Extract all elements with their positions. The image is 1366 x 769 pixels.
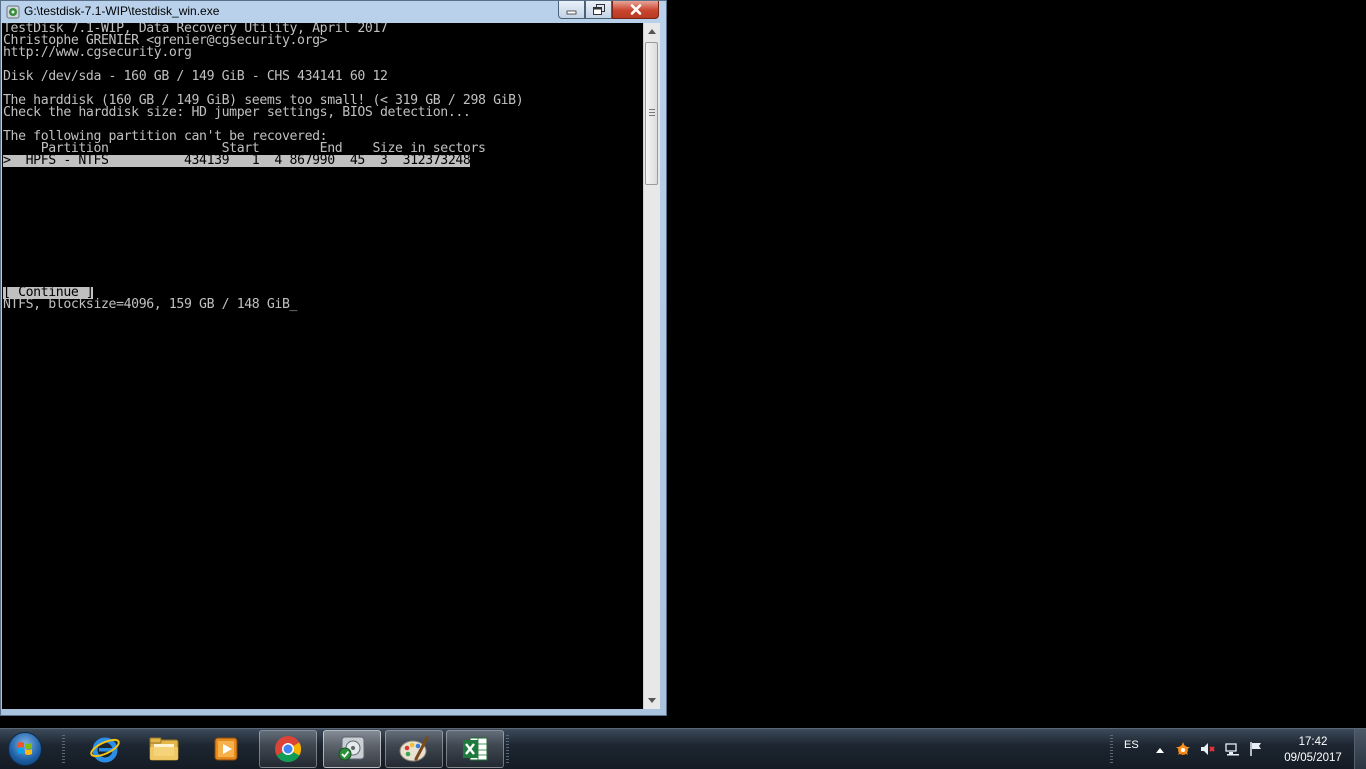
window-bottom-border[interactable] [1,709,666,715]
clock[interactable]: 17:42 09/05/2017 [1277,734,1349,766]
scroll-up-button[interactable] [644,23,660,40]
network-icon[interactable] [1224,741,1240,757]
text-cursor: _ [289,297,298,312]
console-line: http://www.cgsecurity.org [3,45,192,60]
tray-grip[interactable] [1110,735,1113,763]
action-center-flag-icon[interactable] [1248,741,1264,757]
avast-icon[interactable] [1175,741,1191,757]
taskbar: ES 17:42 09/05/2017 [0,728,1366,769]
taskbar-item-media-player[interactable] [197,730,255,768]
arrow-up-icon [648,29,656,34]
taskbar-item-testdisk[interactable] [323,730,381,768]
taskbar-item-chrome[interactable] [259,730,317,768]
chrome-icon [275,736,302,763]
close-button[interactable] [612,1,659,19]
taskbar-item-paint[interactable] [385,730,443,768]
media-player-icon [214,737,238,761]
taskbar-grip[interactable] [506,735,509,763]
testdisk-icon [338,736,365,761]
window-title: G:\testdisk-7.1-WIP\testdisk_win.exe [24,4,220,18]
minimize-button[interactable] [558,1,585,19]
restore-icon [592,4,605,15]
console-line: Disk /dev/sda - 160 GB / 149 GiB - CHS 4… [3,69,388,84]
close-icon [630,4,641,15]
folder-icon [149,737,179,761]
taskbar-item-windows-explorer[interactable] [135,730,193,768]
title-bar[interactable]: G:\testdisk-7.1-WIP\testdisk_win.exe [1,1,666,23]
clock-time: 17:42 [1298,736,1328,748]
language-indicator[interactable]: ES [1124,739,1139,751]
arrow-down-icon [648,698,656,703]
excel-icon [463,737,488,761]
console-output[interactable]: TestDisk 7.1-WIP, Data Recovery Utility,… [2,23,643,709]
console-line: Check the harddisk size: HD jumper setti… [3,105,471,120]
scroll-down-button[interactable] [644,692,660,709]
taskbar-item-internet-explorer[interactable] [76,730,134,768]
ie-icon [90,737,120,763]
status-text: NTFS, blocksize=4096, 159 GB / 148 GiB [3,297,290,312]
status-line: NTFS, blocksize=4096, 159 GB / 148 GiB_ [3,297,298,312]
partition-row-selected[interactable]: > HPFS - NTFS 434139 1 4 867990 45 3 312… [3,154,471,167]
grip-icon [649,109,655,116]
volume-muted-icon[interactable] [1200,741,1216,757]
vertical-scrollbar[interactable] [643,23,660,709]
clock-date: 09/05/2017 [1284,752,1342,764]
console-window[interactable]: G:\testdisk-7.1-WIP\testdisk_win.exe Tes… [0,0,667,716]
windows-logo-icon [8,732,42,766]
testdisk-app-icon [6,5,20,19]
restore-button[interactable] [585,1,612,19]
start-button[interactable] [5,731,45,767]
scroll-thumb[interactable] [645,42,658,185]
minimize-icon [566,10,577,14]
show-desktop-button[interactable] [1354,729,1366,769]
paint-icon [399,736,429,762]
taskbar-item-excel[interactable] [446,730,504,768]
show-hidden-icons-icon[interactable] [1152,742,1168,758]
taskbar-grip[interactable] [62,735,65,763]
